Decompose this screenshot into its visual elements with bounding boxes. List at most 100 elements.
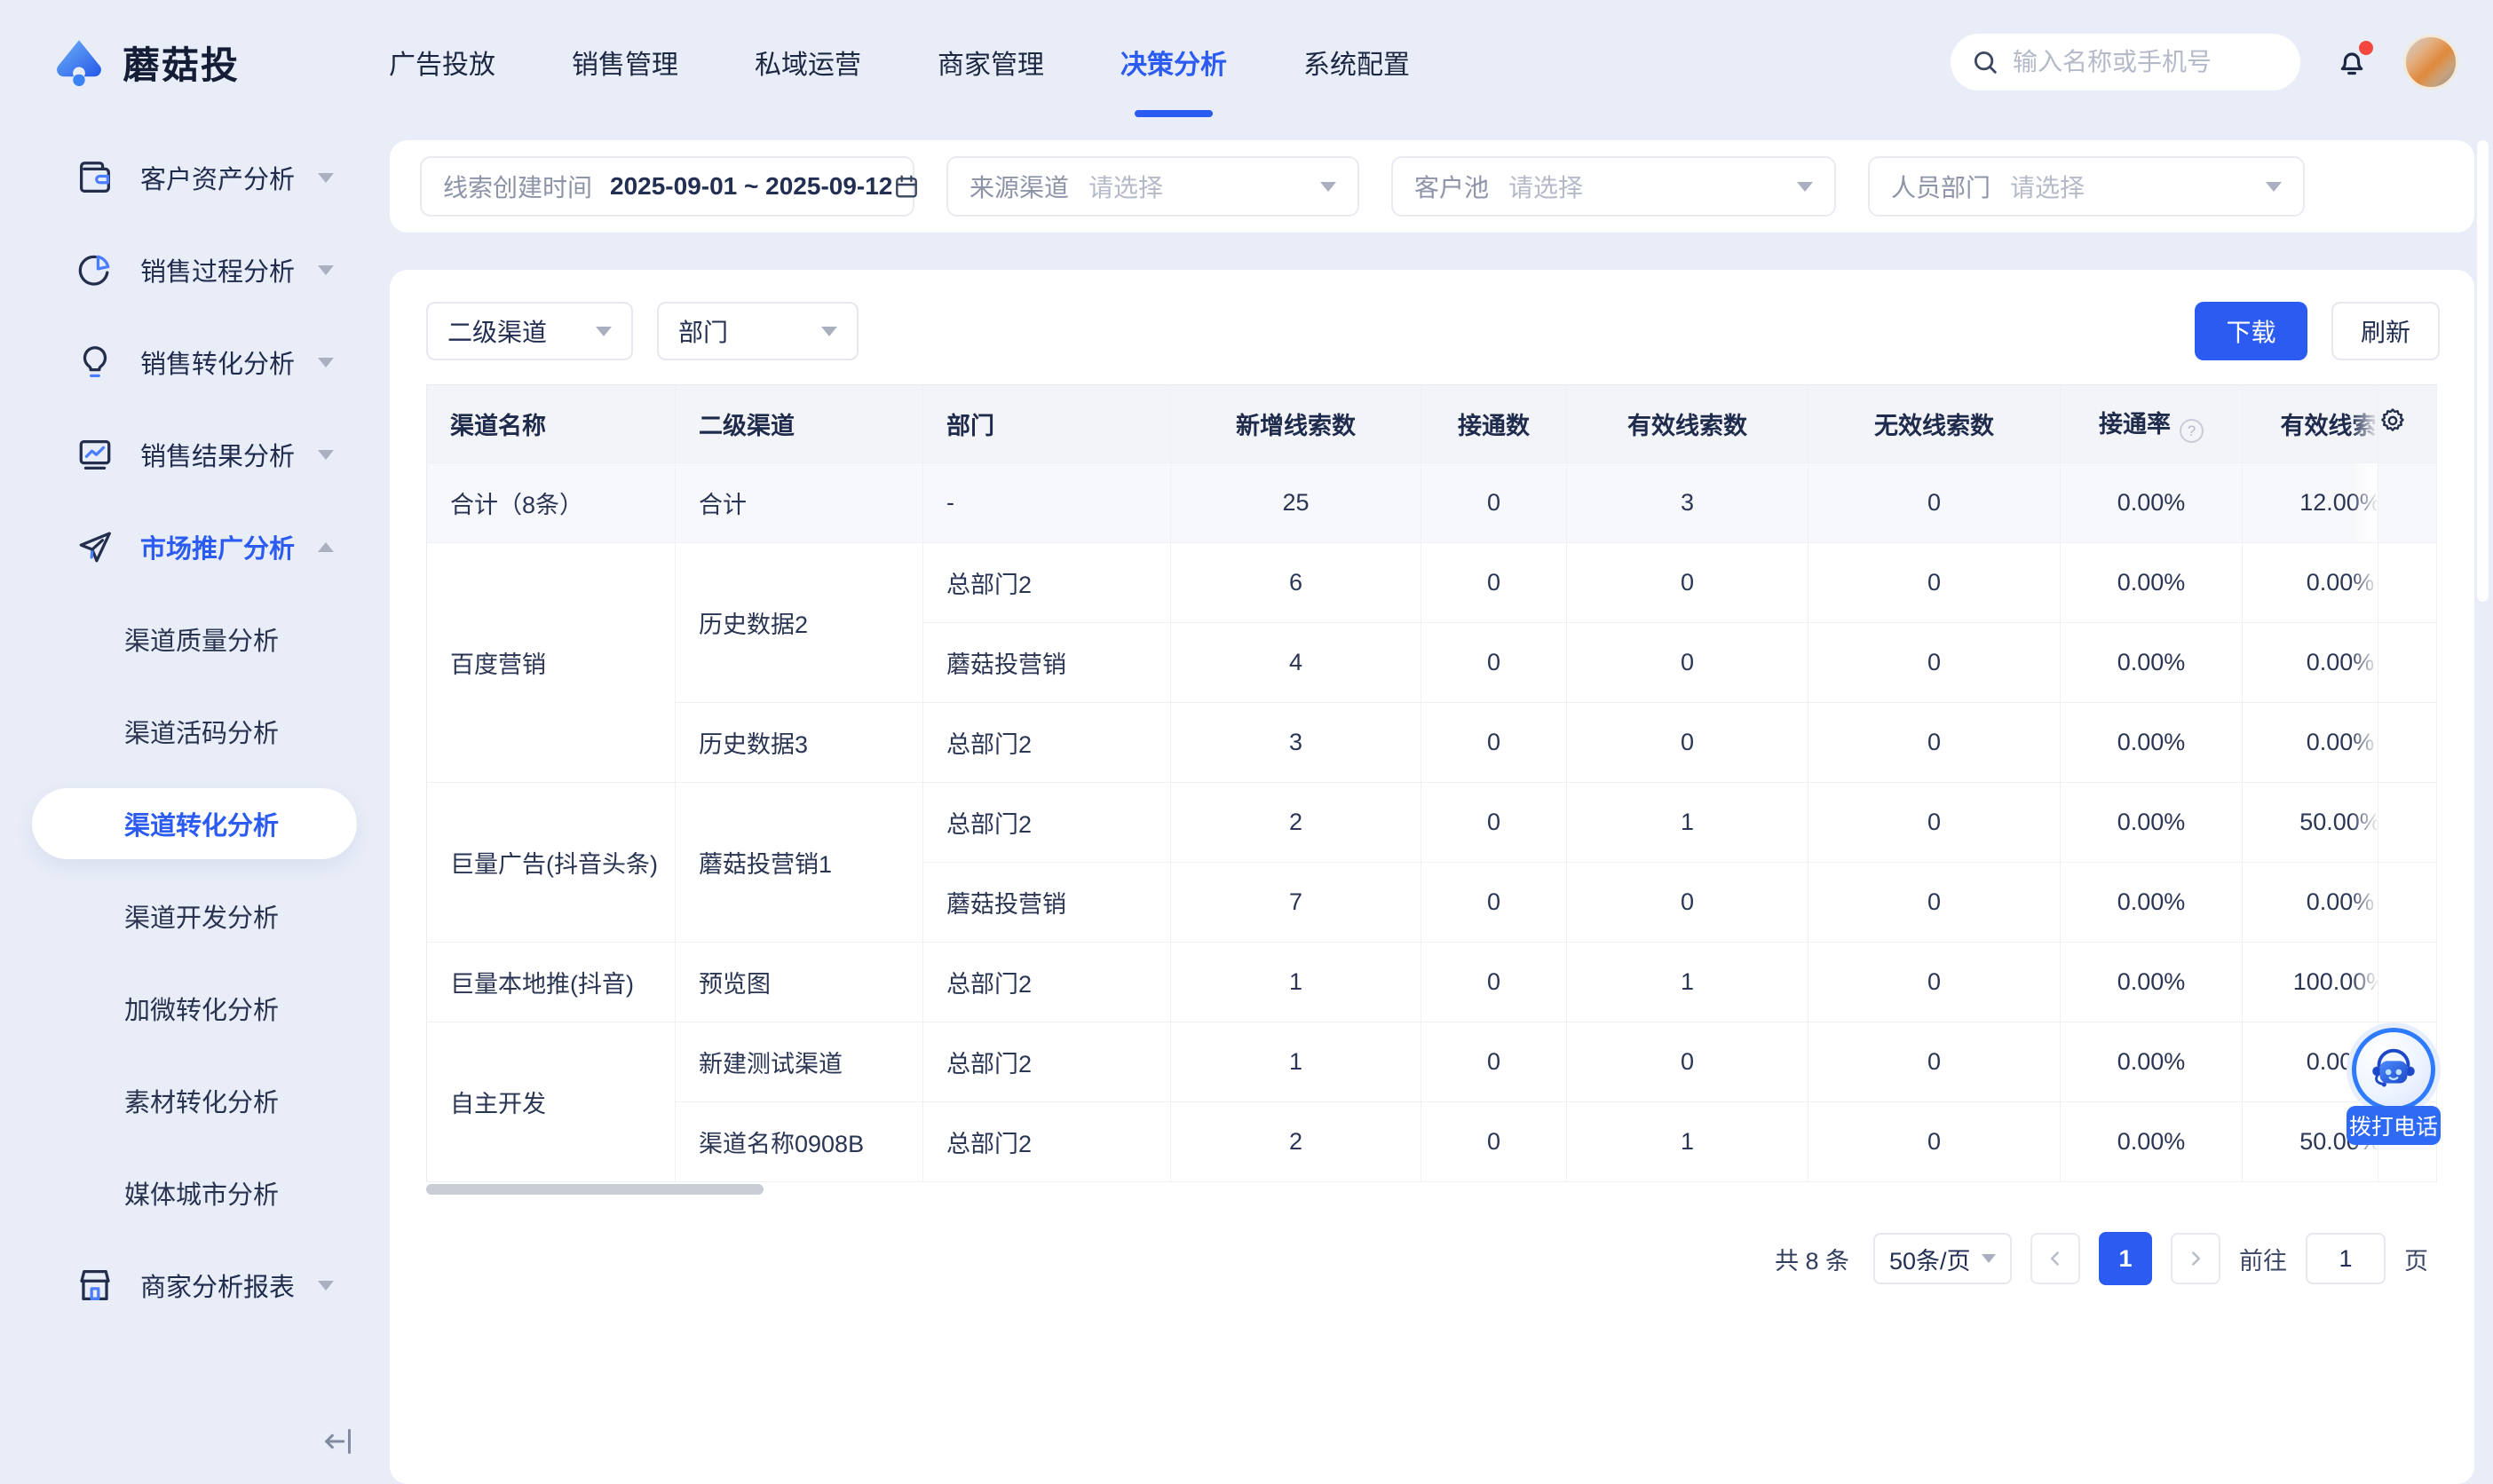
table-cell: 0 [1421, 463, 1567, 543]
plane-icon [75, 526, 115, 567]
sidebar-group-item[interactable]: 销售过程分析 [0, 224, 388, 316]
sidebar-group-item[interactable]: 销售转化分析 [0, 316, 388, 408]
search-icon [1970, 47, 2000, 77]
date-filter-label: 线索创建时间 [443, 169, 592, 204]
table-cell: 0.00% [2243, 543, 2378, 623]
page-size-value: 50条/页 [1889, 1242, 1971, 1276]
sidebar-subitem[interactable]: 渠道活码分析 [0, 685, 388, 778]
table-cell: 25 [1171, 463, 1421, 543]
table-filter-dropdown[interactable]: 二级渠道 [426, 302, 633, 360]
table-cell: 0 [1421, 783, 1567, 863]
search-input[interactable] [2013, 48, 2333, 76]
brand-name: 蘑菇投 [123, 36, 240, 90]
table-cell: 合计 [676, 463, 923, 543]
table-filters: 二级渠道部门 [426, 302, 859, 360]
sidebar-group-item[interactable]: 销售结果分析 [0, 408, 388, 501]
vertical-scrollbar-thumb[interactable] [2477, 140, 2489, 602]
page-number-current[interactable]: 1 [2099, 1232, 2152, 1285]
sidebar-subitem[interactable]: 渠道质量分析 [0, 593, 388, 685]
chevron-up-icon [318, 542, 334, 552]
date-range-picker[interactable]: 线索创建时间 2025-09-01 ~ 2025-09-12 [420, 156, 914, 217]
report-table: 渠道名称二级渠道部门新增线索数接通数有效线索数无效线索数接通率?有效线索率 合计… [426, 384, 2437, 1182]
call-button[interactable]: 拨打电话 [2347, 1106, 2441, 1145]
table-cell: 合计（8条） [427, 463, 676, 543]
filter-select[interactable]: 人员部门请选择 [1868, 156, 2305, 217]
filter-select[interactable]: 来源渠道请选择 [946, 156, 1359, 217]
table-cell: 0.00% [2061, 783, 2243, 863]
table-cell: 蘑菇投营销 [923, 863, 1171, 943]
nav-item[interactable]: 决策分析 [1120, 0, 1227, 124]
sidebar-group-item[interactable]: 客户资产分析 [0, 131, 388, 224]
table-cell: 2 [1171, 783, 1421, 863]
sidebar-group-label: 销售结果分析 [140, 436, 295, 473]
chevron-down-icon [318, 265, 334, 275]
column-settings-header [2378, 385, 2437, 463]
table-cell: 0.00% [2061, 463, 2243, 543]
sidebar-collapse-button[interactable] [319, 1422, 358, 1461]
sidebar-subitem[interactable]: 渠道转化分析 [32, 788, 357, 859]
global-search[interactable] [1951, 34, 2300, 91]
filter-label: 人员部门 [1891, 169, 1990, 204]
filter-placeholder: 请选择 [1508, 169, 1583, 204]
table-cell: 0 [1421, 623, 1567, 703]
user-avatar[interactable] [2403, 35, 2458, 90]
next-page-button[interactable] [2171, 1233, 2220, 1284]
sidebar: 客户资产分析销售过程分析销售转化分析销售结果分析市场推广分析渠道质量分析渠道活码… [0, 124, 388, 1484]
table-cell: 0 [1808, 943, 2061, 1022]
table-cell: 0 [1808, 703, 2061, 783]
table-cell: 0 [1567, 543, 1808, 623]
nav-item[interactable]: 私域运营 [755, 0, 861, 124]
table-cell: 100.00% [2243, 943, 2378, 1022]
chevron-down-icon [821, 327, 837, 336]
refresh-button[interactable]: 刷新 [2331, 302, 2440, 360]
chevron-down-icon [1982, 1254, 1996, 1263]
column-header: 部门 [923, 385, 1171, 463]
ai-assistant-widget[interactable]: 拨打电话 [2347, 1022, 2441, 1145]
notification-bell[interactable] [2334, 43, 2370, 82]
nav-item[interactable]: 广告投放 [389, 0, 495, 124]
table-cell: 0.00% [2061, 863, 2243, 943]
sidebar-subitem[interactable]: 素材转化分析 [0, 1054, 388, 1147]
sidebar-subitem[interactable]: 媒体城市分析 [0, 1147, 388, 1239]
table-cell: 0 [1421, 863, 1567, 943]
page-size-select[interactable]: 50条/页 [1873, 1233, 2012, 1284]
table-cell: 0.00% [2061, 703, 2243, 783]
filter-select[interactable]: 客户池请选择 [1391, 156, 1836, 217]
sidebar-subitem[interactable]: 加微转化分析 [0, 962, 388, 1054]
nav-item[interactable]: 销售管理 [572, 0, 678, 124]
help-icon[interactable]: ? [2180, 419, 2204, 443]
sidebar-group-item[interactable]: 商家分析报表 [0, 1239, 388, 1331]
table-cell: 渠道名称0908B [676, 1102, 923, 1182]
column-header: 有效线索率 [2243, 385, 2378, 463]
chevron-down-icon [1320, 182, 1336, 192]
table-cell: 0 [1808, 463, 2061, 543]
table-cell: 0.00% [2061, 1022, 2243, 1102]
horizontal-scrollbar-thumb[interactable] [426, 1184, 764, 1195]
prev-page-button[interactable] [2030, 1233, 2080, 1284]
chevron-down-icon [2266, 182, 2282, 192]
table-cell: 0 [1421, 1102, 1567, 1182]
table-cell: 0 [1421, 703, 1567, 783]
notification-badge [2359, 41, 2373, 55]
column-header: 无效线索数 [1808, 385, 2061, 463]
sidebar-group-label: 客户资产分析 [140, 159, 295, 196]
gear-icon[interactable] [2378, 407, 2407, 435]
download-button[interactable]: 下载 [2195, 302, 2307, 360]
chevron-down-icon [1797, 182, 1813, 192]
table-cell: 12.00% [2243, 463, 2378, 543]
table-cell: 总部门2 [923, 1022, 1171, 1102]
sidebar-subitem[interactable]: 渠道开发分析 [0, 870, 388, 962]
table-cell-settings [2378, 543, 2437, 623]
table-cell: 7 [1171, 863, 1421, 943]
sidebar-group-item[interactable]: 市场推广分析 [0, 501, 388, 593]
top-nav: 广告投放销售管理私域运营商家管理决策分析系统配置 [389, 0, 1410, 124]
filter-label: 客户池 [1414, 169, 1489, 204]
robot-icon[interactable] [2347, 1022, 2441, 1117]
table-filter-dropdown[interactable]: 部门 [657, 302, 859, 360]
nav-item[interactable]: 商家管理 [938, 0, 1044, 124]
goto-page-input[interactable] [2306, 1233, 2386, 1284]
store-icon [75, 1265, 115, 1306]
table-cell: 总部门2 [923, 543, 1171, 623]
nav-item[interactable]: 系统配置 [1303, 0, 1410, 124]
pie-icon [75, 249, 115, 290]
